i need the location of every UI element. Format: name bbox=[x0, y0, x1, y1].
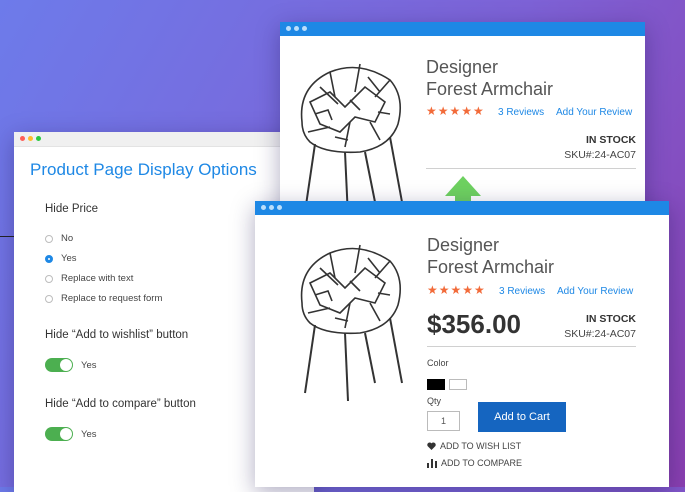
connector-line bbox=[0, 236, 14, 237]
chair-image bbox=[300, 63, 403, 218]
radio-yes[interactable]: Yes bbox=[45, 253, 77, 264]
radio-label: Replace to request form bbox=[61, 293, 163, 304]
compare-toggle-row[interactable]: Yes bbox=[45, 427, 97, 441]
divider bbox=[426, 168, 636, 169]
compare-label: ADD TO COMPARE bbox=[441, 458, 523, 468]
qty-label: Qty bbox=[427, 396, 442, 406]
window-dot[interactable] bbox=[261, 205, 266, 210]
compare-bars-icon bbox=[427, 458, 437, 468]
options-title: Product Page Display Options bbox=[30, 160, 257, 179]
add-to-compare-link[interactable]: ADD TO COMPARE bbox=[427, 458, 522, 468]
stock-status: IN STOCK bbox=[586, 134, 636, 146]
radio-label: Replace with text bbox=[61, 273, 134, 284]
reviews-link[interactable]: 3 Reviews bbox=[498, 107, 544, 118]
sku-value: SKU#:24-AC07 bbox=[564, 149, 636, 161]
window-dot[interactable] bbox=[286, 26, 291, 31]
wishlist-label: ADD TO WISH LIST bbox=[440, 441, 522, 451]
product-window-after: Designer Forest Armchair ★★★★★ 3 Reviews… bbox=[255, 201, 669, 487]
window-titlebar bbox=[280, 22, 645, 36]
radio-icon-selected[interactable] bbox=[45, 254, 53, 263]
hide-price-heading: Hide Price bbox=[45, 203, 99, 215]
radio-icon[interactable] bbox=[45, 234, 53, 243]
window-titlebar bbox=[255, 201, 669, 215]
hide-wishlist-heading: Hide “Add to wishlist” button bbox=[45, 329, 189, 341]
radio-label: No bbox=[61, 233, 74, 244]
product-name-line2: Forest Armchair bbox=[427, 257, 555, 277]
divider bbox=[427, 346, 636, 347]
toggle-label: Yes bbox=[81, 359, 97, 371]
product-name-line1: Designer bbox=[426, 57, 499, 77]
radio-replace-form[interactable]: Replace to request form bbox=[45, 293, 162, 304]
close-dot[interactable] bbox=[20, 136, 25, 141]
product-name-line2: Forest Armchair bbox=[426, 79, 554, 99]
window-titlebar bbox=[14, 132, 314, 147]
swatch-white[interactable] bbox=[449, 379, 467, 390]
rating-stars-icon: ★★★★★ bbox=[427, 283, 486, 297]
radio-icon[interactable] bbox=[45, 274, 53, 283]
maximize-dot[interactable] bbox=[36, 136, 41, 141]
wishlist-toggle-row[interactable]: Yes bbox=[45, 358, 97, 372]
chair-image bbox=[300, 244, 403, 402]
stock-status: IN STOCK bbox=[586, 313, 636, 325]
window-dot[interactable] bbox=[302, 26, 307, 31]
color-label: Color bbox=[427, 358, 449, 368]
minimize-dot[interactable] bbox=[28, 136, 33, 141]
add-to-cart-button[interactable]: Add to Cart bbox=[478, 402, 566, 432]
product-name-line1: Designer bbox=[427, 235, 500, 255]
radio-replace-text[interactable]: Replace with text bbox=[45, 273, 133, 284]
toggle-label: Yes bbox=[81, 428, 97, 440]
wishlist-toggle[interactable] bbox=[45, 358, 73, 372]
sku-value: SKU#:24-AC07 bbox=[564, 328, 636, 340]
window-dot[interactable] bbox=[269, 205, 274, 210]
radio-label: Yes bbox=[61, 253, 77, 264]
window-dot[interactable] bbox=[277, 205, 282, 210]
add-to-wishlist-link[interactable]: ADD TO WISH LIST bbox=[427, 441, 521, 451]
reviews-link[interactable]: 3 Reviews bbox=[499, 286, 545, 297]
qty-input[interactable]: 1 bbox=[427, 411, 460, 431]
hide-compare-heading: Hide “Add to compare” button bbox=[45, 398, 196, 410]
add-review-link[interactable]: Add Your Review bbox=[557, 286, 633, 297]
rating-stars-icon: ★★★★★ bbox=[426, 104, 485, 118]
radio-no[interactable]: No bbox=[45, 233, 73, 244]
window-dot[interactable] bbox=[294, 26, 299, 31]
radio-icon[interactable] bbox=[45, 294, 53, 303]
swatch-black[interactable] bbox=[427, 379, 445, 390]
add-review-link[interactable]: Add Your Review bbox=[556, 107, 632, 118]
compare-toggle[interactable] bbox=[45, 427, 73, 441]
heart-icon bbox=[427, 442, 436, 450]
product-price: $356.00 bbox=[427, 309, 521, 339]
